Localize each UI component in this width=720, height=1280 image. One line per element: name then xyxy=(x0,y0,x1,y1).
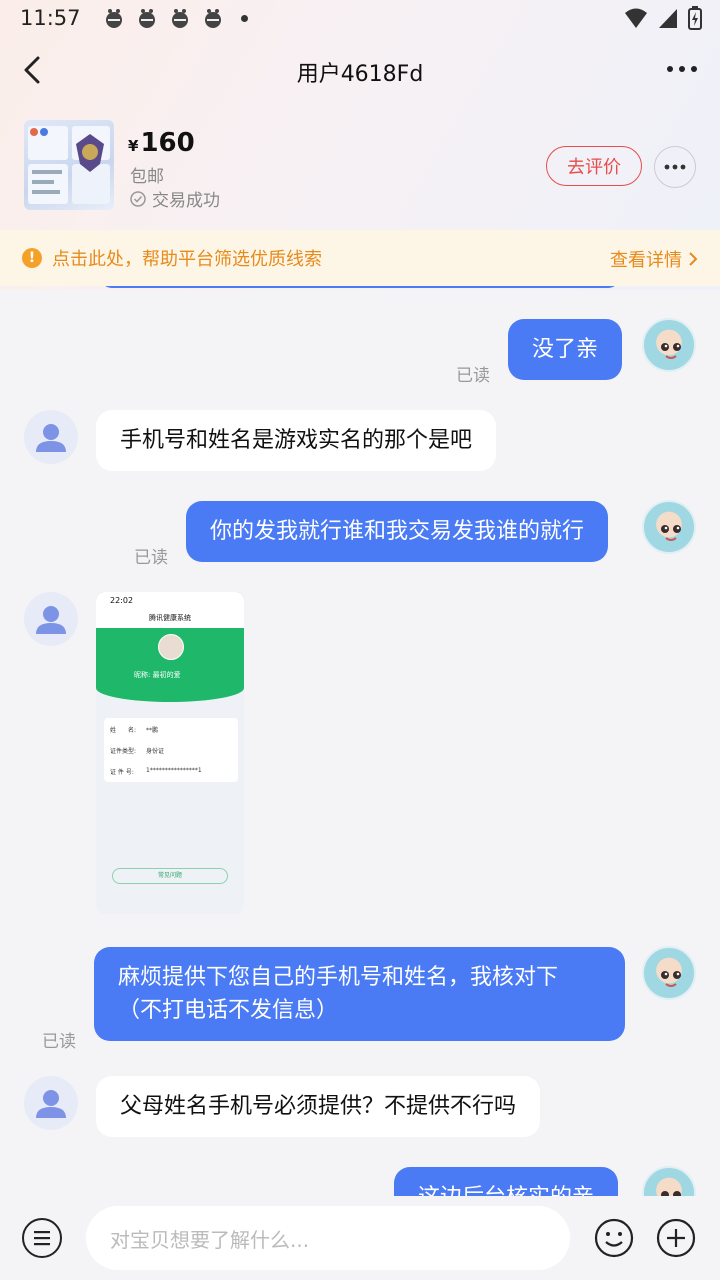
cell-signal-icon xyxy=(659,9,677,28)
more-options-icon[interactable] xyxy=(666,62,698,76)
image-message[interactable]: 22:02 腾讯健康系统 昵称: 最初的爱 姓 名: **鹏 证件类型: 身份证… xyxy=(96,592,244,914)
status-time: 11:57 xyxy=(20,6,81,30)
notification-bug-icon xyxy=(204,9,221,28)
other-user-avatar[interactable] xyxy=(24,1076,78,1130)
price-value: 160 xyxy=(140,128,195,158)
product-price: ¥160 xyxy=(128,128,195,158)
notice-text: 点击此处，帮助平台筛选优质线索 xyxy=(52,249,322,270)
message-line: （不打电话不发信息） xyxy=(118,998,339,1023)
my-avatar[interactable] xyxy=(642,318,696,372)
my-avatar[interactable] xyxy=(642,500,696,554)
battery-icon xyxy=(688,6,702,30)
screenshot-field-label: 姓 名: xyxy=(110,727,137,734)
currency-symbol: ¥ xyxy=(128,137,139,155)
screenshot-time: 22:02 xyxy=(110,596,134,605)
chat-area[interactable]: 没了亲 已读 手机号和姓名是游戏实名的那个是吧 你的发我就行谁和我交易发我谁的就… xyxy=(0,286,720,1196)
trade-status-text: 交易成功 xyxy=(152,191,220,211)
avatar-face-icon xyxy=(661,971,681,987)
emoji-icon[interactable] xyxy=(594,1218,634,1258)
shipping-label: 包邮 xyxy=(130,167,164,187)
more-notifications-dot xyxy=(240,14,248,22)
screenshot-field-value: 身份证 xyxy=(146,748,165,755)
screenshot-field-value: 1****************1 xyxy=(146,767,202,774)
check-circle-icon xyxy=(130,190,146,207)
screenshot-app-title: 腾讯健康系统 xyxy=(149,614,191,622)
screenshot-user-name: 昵称: 最初的爱 xyxy=(134,671,181,679)
my-avatar[interactable] xyxy=(642,946,696,1000)
notice-details-label: 查看详情 xyxy=(610,250,682,271)
message-input[interactable]: 对宝贝想要了解什么... xyxy=(86,1206,570,1270)
product-image-icon xyxy=(28,126,110,204)
status-icons xyxy=(624,6,702,30)
notice-banner[interactable]: ! 点击此处，帮助平台筛选优质线索 查看详情 xyxy=(0,230,720,286)
message-bubble-me[interactable]: 没了亲 xyxy=(508,319,623,380)
screenshot-field-label: 证 件 号: xyxy=(110,769,134,776)
review-button[interactable]: 去评价 xyxy=(546,146,642,186)
notification-bug-icon xyxy=(171,9,188,28)
previous-message-edge xyxy=(100,286,620,288)
user-silhouette-icon xyxy=(36,424,66,452)
warning-icon: ! xyxy=(22,248,42,268)
status-bar: 11:57 xyxy=(0,0,720,36)
screenshot-field-value: **鹏 xyxy=(146,727,159,734)
input-bar: 对宝贝想要了解什么... xyxy=(0,1196,720,1280)
user-silhouette-icon xyxy=(36,606,66,634)
chevron-right-icon xyxy=(689,252,698,266)
message-bubble-me[interactable]: 这边后台核实的亲 xyxy=(394,1167,619,1196)
screenshot-field-label: 证件类型: xyxy=(110,748,137,755)
message-bubble-them[interactable]: 手机号和姓名是游戏实名的那个是吧 xyxy=(96,410,497,471)
message-bubble-them[interactable]: 父母姓名手机号必须提供？不提供不行吗 xyxy=(96,1076,541,1137)
my-avatar[interactable] xyxy=(642,1166,696,1196)
message-bubble-me[interactable]: 麻烦提供下您自己的手机号和姓名，我核对下 （不打电话不发信息） xyxy=(94,947,625,1041)
screenshot-user-photo xyxy=(158,634,184,660)
more-dots-icon xyxy=(664,164,686,170)
plus-icon[interactable] xyxy=(656,1218,696,1258)
product-card[interactable]: ¥160 包邮 交易成功 去评价 xyxy=(0,112,720,230)
message-line: 麻烦提供下您自己的手机号和姓名，我核对下 xyxy=(118,965,559,990)
read-receipt: 已读 xyxy=(134,548,168,568)
read-receipt: 已读 xyxy=(42,1032,76,1052)
nav-bar: 用户4618Fd xyxy=(0,40,720,102)
notification-bug-icon xyxy=(105,9,122,28)
other-user-avatar[interactable] xyxy=(24,592,78,646)
page-title: 用户4618Fd xyxy=(296,62,424,87)
wifi-icon xyxy=(625,8,647,28)
avatar-face-icon xyxy=(661,525,681,541)
product-more-button[interactable] xyxy=(654,146,696,188)
product-thumbnail[interactable] xyxy=(24,120,114,210)
avatar-face-icon xyxy=(661,1191,681,1196)
menu-button[interactable] xyxy=(22,1218,62,1258)
message-bubble-me[interactable]: 你的发我就行谁和我交易发我谁的就行 xyxy=(186,501,609,562)
other-user-avatar[interactable] xyxy=(24,410,78,464)
user-silhouette-icon xyxy=(36,1090,66,1118)
screenshot-faq-button: 常见问题 xyxy=(112,868,228,884)
trade-status: 交易成功 xyxy=(130,186,220,211)
read-receipt: 已读 xyxy=(456,366,490,386)
notice-details-link[interactable]: 查看详情 xyxy=(610,246,698,272)
avatar-face-icon xyxy=(661,343,681,359)
notification-bug-icon xyxy=(138,9,155,28)
menu-lines-icon xyxy=(34,1231,50,1246)
